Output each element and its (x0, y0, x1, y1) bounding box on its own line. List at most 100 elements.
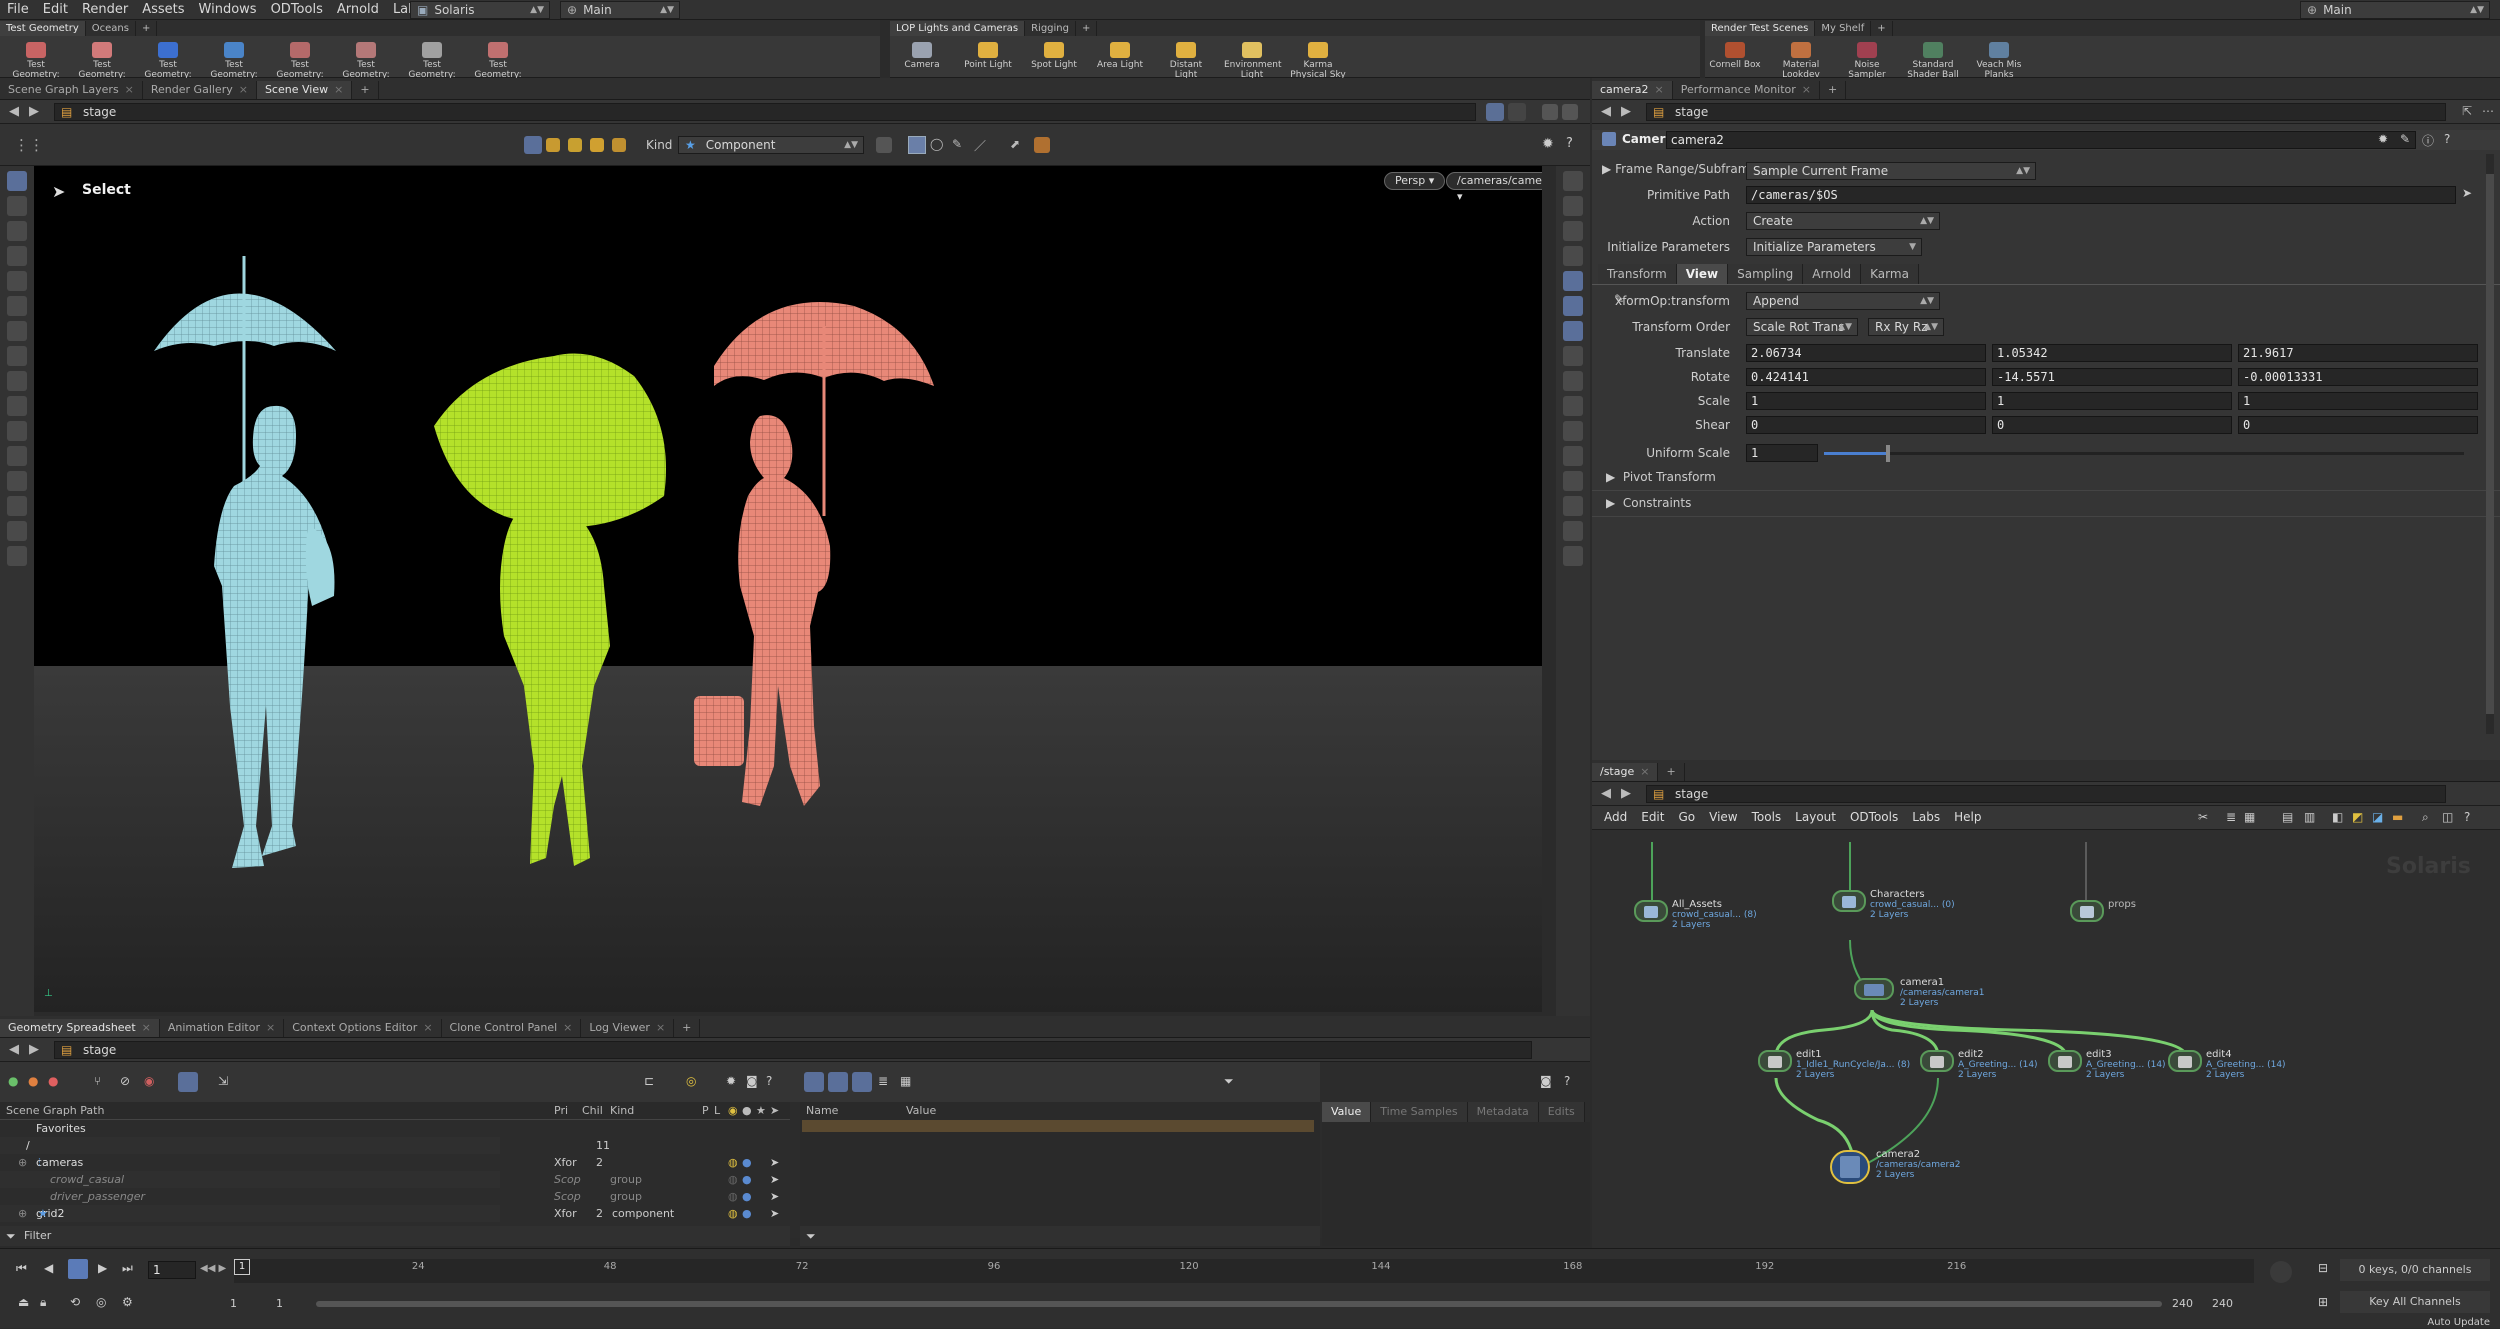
help-icon[interactable]: ? (2464, 810, 2470, 824)
active-icon[interactable]: ● (742, 1205, 752, 1222)
settings-icon[interactable]: ✹ (726, 1074, 736, 1088)
display-options-icon[interactable] (1563, 296, 1583, 316)
list-icon[interactable]: ▦ (2244, 810, 2255, 824)
net-menu-go[interactable]: Go (1678, 810, 1695, 824)
view-mode-3-icon[interactable] (852, 1072, 872, 1092)
params-path-field[interactable]: ▤ stage (1646, 103, 2446, 121)
shape-icon[interactable]: ▬ (2392, 810, 2403, 824)
box-select-icon[interactable] (908, 136, 926, 154)
column-pri[interactable]: Pri (554, 1104, 568, 1117)
background-icon[interactable] (1563, 321, 1583, 341)
table-row[interactable]: Favorites (0, 1120, 500, 1137)
camera-icon[interactable]: ◙ (1540, 1074, 1552, 1088)
grid-view-icon[interactable]: ▦ (900, 1074, 911, 1088)
last-frame-icon[interactable]: ⏭ (122, 1261, 133, 1276)
shelf-tool[interactable]: Distant Light (1158, 42, 1214, 80)
info-icon[interactable]: ⓘ (2422, 132, 2434, 149)
hierarchy-icon[interactable]: ⑂ (94, 1074, 101, 1088)
laser-select-icon[interactable]: ／ (974, 137, 990, 153)
select-arrow-icon[interactable]: ➤ (770, 1205, 779, 1222)
add-shelf-icon[interactable]: + (136, 21, 158, 36)
select-icon[interactable] (7, 171, 27, 191)
uniform-scale-slider[interactable] (1824, 445, 2464, 462)
layout-icon[interactable]: ≣ (2226, 810, 2236, 824)
ghost-icon[interactable] (1563, 246, 1583, 266)
range-start[interactable]: 1 (230, 1297, 237, 1310)
close-icon[interactable]: × (334, 81, 343, 99)
camera-menu[interactable]: /cameras/camera2 ▾ (1446, 172, 1542, 203)
menu-item-file[interactable]: File (0, 0, 36, 20)
first-frame-icon[interactable]: ⏮ (16, 1261, 27, 1276)
shelf-tab-render-test-scenes[interactable]: Render Test Scenes (1705, 21, 1816, 36)
menu-item-edit[interactable]: Edit (36, 0, 75, 20)
action-dropdown[interactable]: Create ▲▼ (1746, 212, 1940, 230)
realtime-icon[interactable]: ⏏ (18, 1295, 29, 1309)
auto-update-label[interactable]: Auto Update (2340, 1317, 2490, 1329)
tab-animation-editor[interactable]: Animation Editor × (160, 1019, 285, 1037)
uniform-scale-slider-handle[interactable] (1886, 445, 1890, 462)
pose-icon[interactable] (7, 246, 27, 266)
translate-field-y[interactable]: 1.05342 (1992, 344, 2232, 362)
back-icon[interactable]: ◀ (6, 103, 22, 121)
color-correct-icon[interactable] (1563, 496, 1583, 516)
visibility-icon[interactable]: ◍ (728, 1171, 738, 1188)
right-context-dropdown[interactable]: ⊕ Main ▲▼ (2300, 1, 2490, 19)
shader-icon[interactable]: ● (48, 1074, 58, 1088)
brush-select-icon[interactable]: ✎ (952, 137, 968, 153)
tab-geometry-spreadsheet[interactable]: Geometry Spreadsheet × (0, 1019, 160, 1037)
dash-icon[interactable] (7, 521, 27, 541)
table-row[interactable]: / 11 (0, 1137, 610, 1154)
expand-icon[interactable]: ▶ (1602, 162, 1611, 176)
value-tab-metadata[interactable]: Metadata (1467, 1102, 1539, 1122)
tab-performance-monitor[interactable]: Performance Monitor × (1673, 81, 1821, 99)
close-icon[interactable]: × (142, 1019, 151, 1037)
select-arrow-icon[interactable]: ➤ (770, 1171, 779, 1188)
param-tab-arnold[interactable]: Arnold (1803, 264, 1862, 284)
tab-camera2[interactable]: camera2 × (1592, 81, 1673, 99)
translate-field-z[interactable]: 21.9617 (2238, 344, 2478, 362)
grid-icon[interactable]: ▤ (2282, 810, 2293, 824)
visibility-icon[interactable]: ◍ (728, 1205, 738, 1222)
shelf-tool[interactable]: Environment Light (1224, 42, 1281, 80)
expand-icon[interactable]: ⊕ (18, 1205, 27, 1222)
lock-camera-icon[interactable] (1563, 221, 1583, 241)
tab-render-gallery[interactable]: Render Gallery × (143, 81, 257, 99)
tab-log-viewer[interactable]: Log Viewer × (581, 1019, 675, 1037)
shelf-tool[interactable]: Camera (894, 42, 950, 70)
keyframe-icon[interactable]: ⊟ (2318, 1261, 2328, 1275)
prim-icon[interactable]: ● (8, 1074, 18, 1088)
handle-icon[interactable] (7, 271, 27, 291)
column-value[interactable]: Value (906, 1104, 936, 1117)
shelf-tab-lop-lights[interactable]: LOP Lights and Cameras (890, 21, 1026, 36)
move-icon[interactable] (7, 396, 27, 416)
key-icon[interactable]: ⊞ (2318, 1295, 2328, 1309)
param-tab-karma[interactable]: Karma (1861, 264, 1919, 284)
menu-item-assets[interactable]: Assets (135, 0, 191, 20)
transform-order-dropdown[interactable]: Scale Rot Trans ▲▼ (1746, 318, 1858, 336)
tab-context-options-editor[interactable]: Context Options Editor × (284, 1019, 442, 1037)
shelf-tab-test-geometry[interactable]: Test Geometry (0, 21, 86, 36)
shelf-tool[interactable]: Standard Shader Ball (1905, 42, 1961, 80)
close-icon[interactable]: × (563, 1019, 572, 1037)
select-point-icon[interactable] (568, 138, 582, 152)
close-icon[interactable]: × (1655, 81, 1664, 99)
selection-options-icon[interactable] (876, 137, 892, 153)
filter-icon[interactable]: ⏷ (1224, 1074, 1234, 1089)
transform-icon[interactable] (7, 371, 27, 391)
viewport-settings-icon[interactable]: ✹ (1542, 136, 1554, 152)
menu-item-render[interactable]: Render (75, 0, 135, 20)
net-menu-tools[interactable]: Tools (1752, 810, 1782, 824)
record-icon[interactable]: ◉ (144, 1074, 154, 1088)
rotate-field-y[interactable]: -14.5571 (1992, 368, 2232, 386)
pin-icon[interactable] (1486, 103, 1504, 121)
net-menu-odtools[interactable]: ODTools (1850, 810, 1898, 824)
close-icon[interactable]: × (423, 1019, 432, 1037)
help-icon[interactable]: ? (1564, 1074, 1570, 1088)
viewer-path-field[interactable]: ▤ stage (54, 103, 1476, 121)
select-prim-arrow-icon[interactable]: ➤ (2462, 186, 2472, 200)
filter-label[interactable]: Filter (24, 1229, 51, 1242)
lock-icon[interactable]: 🔒︎ (40, 1295, 46, 1310)
audio-icon[interactable] (2270, 1261, 2292, 1283)
init-params-dropdown[interactable]: Initialize Parameters ▼ (1746, 238, 1922, 256)
table-row[interactable]: grid2 ⊕ Xfor 2 component ◍ ● ➤ ★ (0, 1205, 779, 1222)
